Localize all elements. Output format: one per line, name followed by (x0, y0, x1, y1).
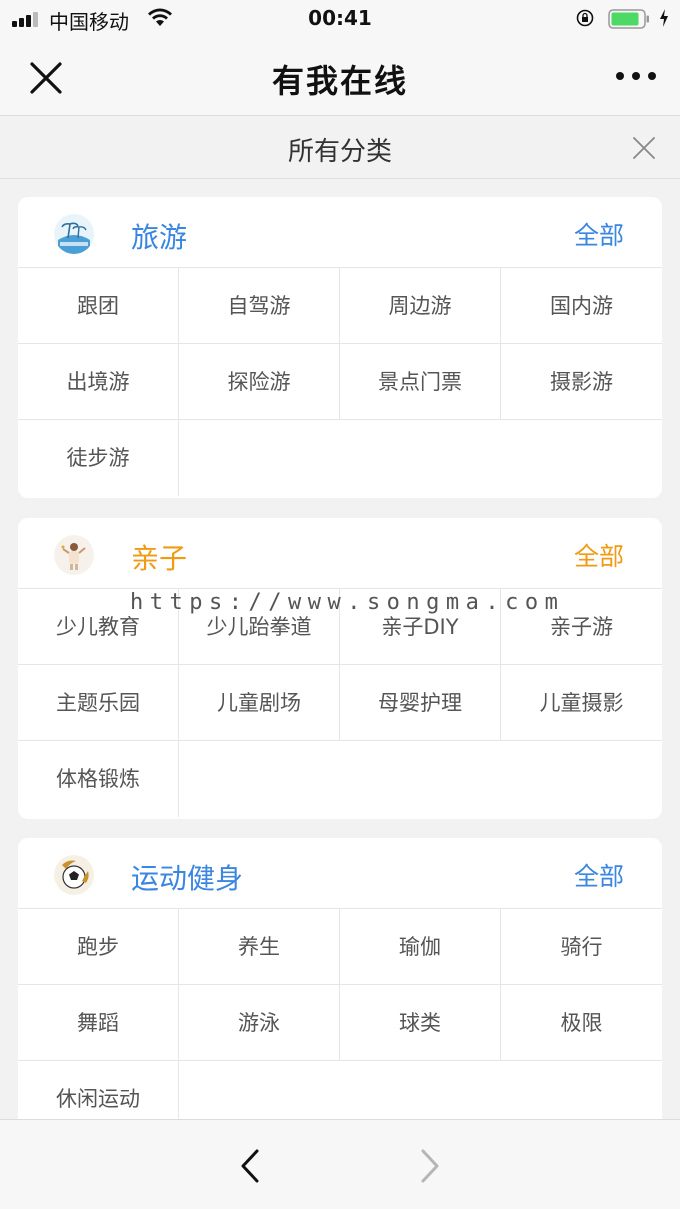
status-bar: 中国移动 00:41 (0, 0, 680, 38)
subcategory-item[interactable]: 体格锻炼 (18, 741, 179, 817)
subcategory-item[interactable]: 景点门票 (340, 344, 501, 420)
category-title: 运动健身 (131, 862, 244, 895)
subcategory-item[interactable]: 跑步 (18, 909, 179, 985)
empty-cell (179, 741, 340, 817)
category-header: 旅游 全部 (18, 197, 662, 268)
subcategory-item[interactable]: 骑行 (501, 909, 662, 985)
page-title: 有我在线 (271, 62, 408, 100)
subcategory-item[interactable]: 游泳 (179, 985, 340, 1061)
subcategory-item[interactable]: 舞蹈 (18, 985, 179, 1061)
sub-header-close-icon[interactable] (632, 136, 656, 160)
subcategory-item[interactable]: 自驾游 (179, 268, 340, 344)
view-all-link[interactable]: 全部 (574, 537, 624, 573)
chevron-right-icon[interactable] (414, 1148, 444, 1184)
category-card-travel: 旅游 全部 跟团 自驾游 周边游 国内游 出境游 探险游 景点门票 摄影游 徒步… (18, 197, 662, 498)
subcategory-item[interactable]: 儿童摄影 (501, 665, 662, 741)
browser-toolbar (0, 1119, 680, 1209)
subcategory-item[interactable]: 极限 (501, 985, 662, 1061)
category-card-sports: 运动健身 全部 跑步 养生 瑜伽 骑行 舞蹈 游泳 球类 极限 休闲运动 (18, 838, 662, 1148)
more-options-icon[interactable] (614, 68, 658, 84)
view-all-link[interactable]: 全部 (574, 857, 624, 893)
watermark-text: https://www.songma.com (130, 590, 565, 615)
orientation-lock-icon (576, 9, 594, 27)
subcategory-grid: 跑步 养生 瑜伽 骑行 舞蹈 游泳 球类 极限 休闲运动 (18, 909, 662, 1137)
subcategory-item[interactable]: 儿童剧场 (179, 665, 340, 741)
charging-icon (660, 9, 668, 27)
sub-header: 所有分类 (0, 117, 680, 179)
sports-logo-icon (54, 855, 94, 895)
sub-header-title: 所有分类 (287, 137, 392, 167)
subcategory-item[interactable]: 徒步游 (18, 420, 179, 496)
subcategory-item[interactable]: 主题乐园 (18, 665, 179, 741)
empty-cell (179, 420, 340, 496)
subcategory-grid: 少儿教育 少儿跆拳道 亲子DIY 亲子游 主题乐园 儿童剧场 母婴护理 儿童摄影… (18, 589, 662, 817)
category-header: 亲子 全部 (18, 518, 662, 589)
subcategory-item[interactable]: 养生 (179, 909, 340, 985)
chevron-left-icon[interactable] (236, 1148, 266, 1184)
view-all-link[interactable]: 全部 (574, 216, 624, 252)
category-title: 亲子 (131, 542, 188, 575)
subcategory-grid: 跟团 自驾游 周边游 国内游 出境游 探险游 景点门票 摄影游 徒步游 (18, 268, 662, 496)
category-card-parent-child: 亲子 全部 少儿教育 少儿跆拳道 亲子DIY 亲子游 主题乐园 儿童剧场 母婴护… (18, 518, 662, 819)
category-title: 旅游 (131, 221, 188, 254)
battery-icon (608, 9, 649, 29)
nav-bar: 有我在线 (0, 38, 680, 116)
subcategory-item[interactable]: 球类 (340, 985, 501, 1061)
travel-logo-icon (54, 214, 94, 254)
subcategory-item[interactable]: 摄影游 (501, 344, 662, 420)
parent-child-logo-icon (54, 535, 94, 575)
subcategory-item[interactable]: 母婴护理 (340, 665, 501, 741)
subcategory-item[interactable]: 跟团 (18, 268, 179, 344)
subcategory-item[interactable]: 出境游 (18, 344, 179, 420)
subcategory-item[interactable]: 国内游 (501, 268, 662, 344)
category-header: 运动健身 全部 (18, 838, 662, 909)
subcategory-item[interactable]: 探险游 (179, 344, 340, 420)
subcategory-item[interactable]: 周边游 (340, 268, 501, 344)
subcategory-item[interactable]: 瑜伽 (340, 909, 501, 985)
